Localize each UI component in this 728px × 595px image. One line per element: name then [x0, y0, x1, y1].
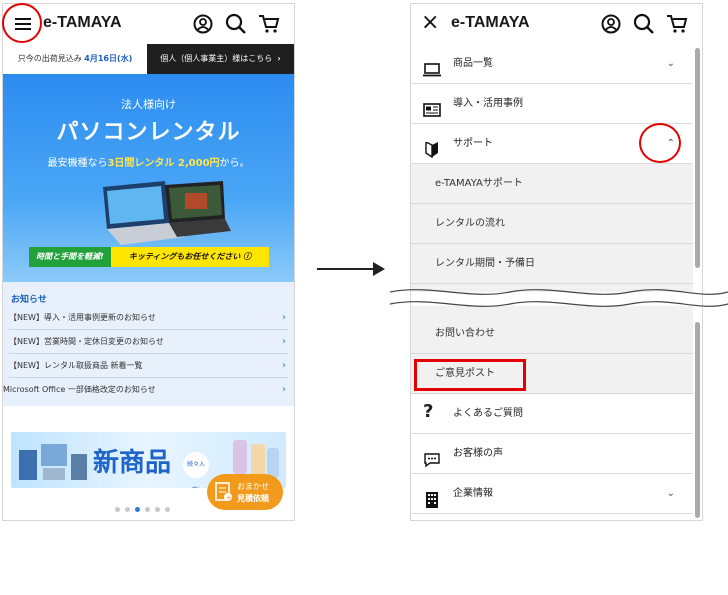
fab-line1: おまかせ: [237, 482, 269, 491]
menu-item-voices[interactable]: お客様の声: [411, 434, 693, 474]
hero-tagline: 最安機種なら3日間レンタル 2,000円から。: [3, 154, 294, 169]
carousel-dot[interactable]: [115, 507, 120, 512]
beginner-mark-icon: [423, 136, 441, 159]
carousel-dot[interactable]: [145, 507, 150, 512]
speech-bubble-icon: [423, 446, 441, 468]
feedback-post-highlight-box: [414, 359, 526, 391]
business-link-label: 個人（個人事業主）様はこちら: [160, 54, 273, 63]
menu-item-label: よくあるご質問: [453, 408, 523, 419]
menu-item-faq[interactable]: ? よくあるご質問: [411, 394, 693, 434]
news-item-label: 【NEW】営業時間・定休日変更のお知らせ: [9, 337, 164, 346]
cart-icon[interactable]: [666, 14, 688, 38]
menu-item-label: 商品一覧: [453, 58, 493, 69]
news-item[interactable]: 【NEW】レンタル取扱商品 新着一覧 ›: [9, 354, 288, 378]
laptop-image: [73, 179, 233, 253]
top-header: e-TAMAYA: [3, 4, 294, 44]
submenu-item[interactable]: e-TAMAYAサポート: [411, 164, 693, 204]
newspaper-icon: [423, 96, 441, 117]
menu-item-label: 導入・活用事例: [453, 98, 523, 109]
submenu-item[interactable]: レンタルの流れ: [411, 204, 693, 244]
cart-icon[interactable]: [258, 14, 280, 38]
news-item-label: 【NEW】レンタル取扱商品 新着一覧: [9, 361, 143, 370]
site-logo[interactable]: e-TAMAYA: [451, 14, 530, 32]
hero-banner[interactable]: 法人様向け パソコンレンタル 最安機種なら3日間レンタル 2,000円から。 時…: [3, 74, 294, 282]
news-item-label: 【NEW】導入・活用事例更新のお知らせ: [9, 313, 156, 322]
banner-headline: 新商品: [93, 448, 172, 478]
menu-item-company[interactable]: 企業情報 ⌄: [411, 474, 693, 514]
chevron-down-icon: ⌄: [666, 58, 675, 69]
menu-item-label: お客様の声: [453, 448, 503, 459]
news-heading: お知らせ: [11, 295, 47, 305]
shipping-prefix: 只今の出荷見込み: [17, 54, 82, 63]
submenu-item-label: e-TAMAYAサポート: [435, 178, 523, 189]
close-icon[interactable]: ×: [421, 10, 439, 35]
news-section: お知らせ 【NEW】導入・活用事例更新のお知らせ › 【NEW】営業時間・定休日変…: [3, 282, 294, 406]
break-wave-lines: [389, 283, 728, 317]
chevron-right-icon: ›: [282, 360, 286, 371]
news-item[interactable]: 【NEW】導入・活用事例更新のお知らせ ›: [9, 306, 288, 330]
news-item[interactable]: 【NEW】営業時間・定休日変更のお知らせ ›: [9, 330, 288, 354]
news-item-label: Microsoft Office 一部価格改定のお知らせ: [3, 385, 156, 394]
chevron-right-icon: ›: [277, 54, 281, 63]
tagline-highlight: 3日間レンタル 2,000円: [107, 158, 220, 169]
svg-text:+: +: [226, 494, 232, 502]
menu-item-case-studies[interactable]: 導入・活用事例: [411, 84, 693, 124]
chevron-right-icon: ›: [282, 384, 286, 395]
shipping-estimate: 只今の出荷見込み 4月16日(水): [3, 44, 147, 75]
menu-item-label: サポート: [453, 138, 493, 149]
tagline-suffix: から。: [219, 158, 250, 169]
chevron-right-icon: ›: [282, 312, 286, 323]
scrollbar-thumb-bottom[interactable]: [695, 322, 700, 518]
right-phone-screen: × e-TAMAYA 商品一覧 ⌄ 導入・活用事例 サポート ⌃ e-TAMAY…: [410, 3, 703, 521]
submenu-item-label: レンタル期間・予備日: [435, 258, 535, 269]
building-icon: [423, 486, 441, 508]
account-icon[interactable]: [193, 14, 213, 38]
chevron-right-icon: ›: [282, 336, 286, 347]
menu-header: × e-TAMAYA: [411, 4, 702, 44]
question-icon: ?: [423, 401, 434, 422]
tagline-prefix: 最安機種なら: [47, 158, 108, 169]
search-icon[interactable]: [633, 13, 655, 39]
hamburger-highlight-circle: [2, 3, 42, 43]
left-phone-screen: e-TAMAYA 只今の出荷見込み 4月16日(水) 個人（個人事業主）様はこち…: [2, 3, 295, 521]
kitting-ribbon[interactable]: 時間と手間を軽減! キッティングもお任せください ⓘ: [29, 247, 269, 267]
menu-item-label: 企業情報: [453, 488, 493, 499]
support-toggle-highlight-circle: [639, 123, 681, 163]
document-icon: +: [215, 482, 233, 504]
banner-badge: 続々入荷!: [183, 452, 209, 488]
hero-title: パソコンレンタル: [56, 120, 241, 145]
submenu-item[interactable]: お問い合わせ: [411, 314, 693, 354]
scrollbar-thumb-top[interactable]: [695, 48, 700, 268]
site-logo[interactable]: e-TAMAYA: [43, 14, 122, 32]
submenu-item[interactable]: レンタル期間・予備日: [411, 244, 693, 284]
fab-line2: 見積依頼: [237, 494, 269, 503]
submenu-item-label: お問い合わせ: [435, 328, 495, 339]
carousel-dots: [115, 497, 175, 516]
quote-request-button[interactable]: + おまかせ 見積依頼: [207, 474, 283, 510]
menu-item-products[interactable]: 商品一覧 ⌄: [411, 44, 693, 84]
carousel-dot[interactable]: [125, 507, 130, 512]
search-icon[interactable]: [225, 13, 247, 39]
shipping-date: 4月16日(水): [84, 54, 133, 63]
carousel-dot-active[interactable]: [135, 507, 140, 512]
ribbon-right: キッティングもお任せください ⓘ: [111, 247, 269, 267]
news-item[interactable]: Microsoft Office 一部価格改定のお知らせ ›: [3, 378, 288, 401]
shipping-bar: 只今の出荷見込み 4月16日(水) 個人（個人事業主）様はこちら ›: [3, 44, 294, 75]
submenu-item-label: レンタルの流れ: [435, 218, 505, 229]
account-icon[interactable]: [601, 14, 621, 38]
ribbon-left: 時間と手間を軽減!: [29, 247, 111, 267]
hero-kicker: 法人様向け: [121, 98, 176, 111]
carousel-dot[interactable]: [155, 507, 160, 512]
carousel-dot[interactable]: [165, 507, 170, 512]
product-thumbnails: [19, 440, 91, 488]
transition-arrow-icon: [317, 261, 387, 280]
chevron-down-icon: ⌄: [666, 488, 675, 499]
business-link[interactable]: 個人（個人事業主）様はこちら ›: [147, 44, 294, 74]
laptop-icon: [423, 56, 441, 77]
